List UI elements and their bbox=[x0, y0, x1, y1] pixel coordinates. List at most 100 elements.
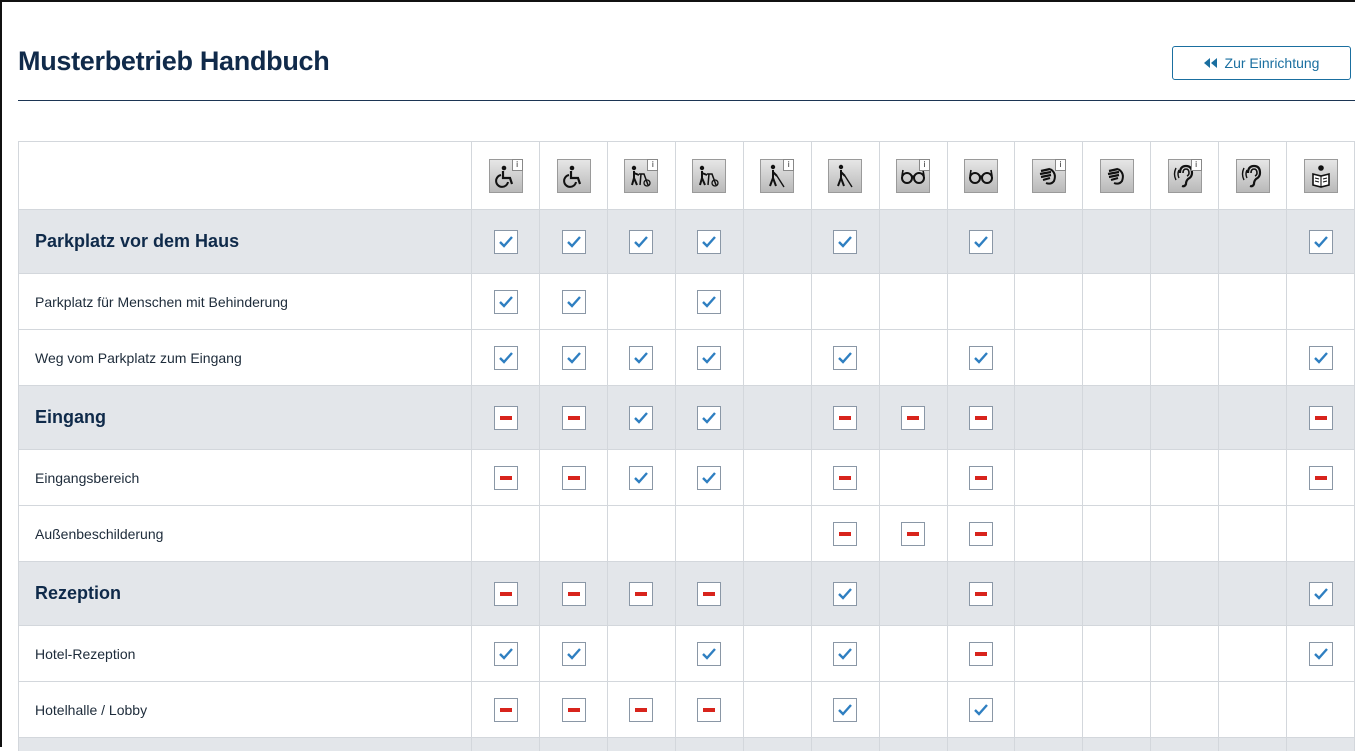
ear-icon[interactable] bbox=[1236, 159, 1270, 193]
matrix-cell bbox=[1083, 274, 1151, 330]
matrix-cell bbox=[811, 386, 879, 450]
matrix-table: iiiiiiParkplatz vor dem HausParkplatz fü… bbox=[18, 141, 1355, 751]
check-icon bbox=[1309, 582, 1333, 606]
matrix-cell bbox=[1219, 738, 1287, 751]
section-row: Rezeption bbox=[19, 562, 1355, 626]
matrix-cell bbox=[947, 506, 1015, 562]
reading-person-icon[interactable] bbox=[1304, 159, 1338, 193]
check-icon bbox=[833, 642, 857, 666]
matrix-cell bbox=[675, 506, 743, 562]
check-icon bbox=[629, 406, 653, 430]
walker-icon[interactable]: i bbox=[624, 159, 658, 193]
matrix-cell bbox=[1015, 626, 1083, 682]
blind-cane-icon[interactable]: i bbox=[760, 159, 794, 193]
matrix-cell bbox=[472, 562, 540, 626]
item-label: Weg vom Parkplatz zum Eingang bbox=[19, 330, 472, 386]
ear-icon[interactable]: i bbox=[1168, 159, 1202, 193]
minus-icon bbox=[901, 522, 925, 546]
item-row: Außenbeschilderung bbox=[19, 506, 1355, 562]
sign-language-icon[interactable] bbox=[1100, 159, 1134, 193]
matrix-cell bbox=[1083, 210, 1151, 274]
matrix-cell bbox=[743, 626, 811, 682]
matrix-cell bbox=[1015, 386, 1083, 450]
matrix-cell bbox=[472, 386, 540, 450]
check-icon bbox=[1309, 230, 1333, 254]
section-label bbox=[19, 738, 472, 751]
matrix-cell bbox=[540, 274, 608, 330]
matrix-cell bbox=[811, 330, 879, 386]
matrix-cell bbox=[1151, 210, 1219, 274]
blind-cane-icon[interactable] bbox=[828, 159, 862, 193]
item-row: Hotel-Rezeption bbox=[19, 626, 1355, 682]
check-icon bbox=[494, 290, 518, 314]
matrix-cell bbox=[811, 626, 879, 682]
matrix-cell bbox=[675, 210, 743, 274]
minus-icon bbox=[901, 406, 925, 430]
check-icon bbox=[494, 346, 518, 370]
column-header-10: i bbox=[1151, 142, 1219, 210]
minus-icon bbox=[494, 582, 518, 606]
matrix-cell bbox=[1083, 386, 1151, 450]
matrix-cell bbox=[743, 450, 811, 506]
check-icon bbox=[697, 642, 721, 666]
matrix-cell bbox=[879, 562, 947, 626]
minus-icon bbox=[562, 466, 586, 490]
matrix-cell bbox=[675, 562, 743, 626]
matrix-cell bbox=[472, 450, 540, 506]
glasses-icon[interactable] bbox=[964, 159, 998, 193]
matrix-cell bbox=[607, 562, 675, 626]
icon-header-row: iiiiii bbox=[19, 142, 1355, 210]
matrix-cell bbox=[607, 738, 675, 751]
matrix-cell bbox=[1287, 386, 1355, 450]
matrix-cell bbox=[607, 274, 675, 330]
matrix-cell bbox=[1219, 210, 1287, 274]
matrix-cell bbox=[540, 506, 608, 562]
matrix-cell bbox=[947, 274, 1015, 330]
matrix-cell bbox=[540, 330, 608, 386]
check-icon bbox=[494, 230, 518, 254]
matrix-cell bbox=[1287, 738, 1355, 751]
matrix-cell bbox=[811, 682, 879, 738]
matrix-cell bbox=[540, 682, 608, 738]
check-icon bbox=[562, 290, 586, 314]
info-icon[interactable]: i bbox=[512, 159, 523, 171]
matrix-cell bbox=[540, 738, 608, 751]
matrix-cell bbox=[607, 626, 675, 682]
wheelchair-icon[interactable] bbox=[557, 159, 591, 193]
matrix-cell bbox=[540, 210, 608, 274]
matrix-cell bbox=[472, 506, 540, 562]
matrix-cell bbox=[1219, 450, 1287, 506]
matrix-cell bbox=[1015, 450, 1083, 506]
walker-icon[interactable] bbox=[692, 159, 726, 193]
matrix-cell bbox=[1083, 562, 1151, 626]
info-icon[interactable]: i bbox=[647, 159, 658, 171]
matrix-cell bbox=[1015, 682, 1083, 738]
back-to-facility-button[interactable]: Zur Einrichtung bbox=[1172, 46, 1351, 80]
minus-icon bbox=[562, 406, 586, 430]
info-icon[interactable]: i bbox=[1191, 159, 1202, 171]
matrix-cell bbox=[947, 450, 1015, 506]
matrix-cell bbox=[540, 626, 608, 682]
info-icon[interactable]: i bbox=[919, 159, 930, 171]
column-header-6: i bbox=[879, 142, 947, 210]
sign-language-icon[interactable]: i bbox=[1032, 159, 1066, 193]
matrix-cell bbox=[1151, 562, 1219, 626]
section-row-partial bbox=[19, 738, 1355, 751]
matrix-cell bbox=[675, 274, 743, 330]
matrix-cell bbox=[1083, 330, 1151, 386]
info-icon[interactable]: i bbox=[1055, 159, 1066, 171]
matrix-cell bbox=[607, 386, 675, 450]
matrix-cell bbox=[675, 738, 743, 751]
minus-icon bbox=[1309, 466, 1333, 490]
matrix-cell bbox=[1219, 330, 1287, 386]
matrix-cell bbox=[1287, 506, 1355, 562]
check-icon bbox=[697, 406, 721, 430]
wheelchair-icon[interactable]: i bbox=[489, 159, 523, 193]
minus-icon bbox=[969, 522, 993, 546]
glasses-icon[interactable]: i bbox=[896, 159, 930, 193]
matrix-cell bbox=[811, 506, 879, 562]
minus-icon bbox=[969, 642, 993, 666]
matrix-cell bbox=[540, 450, 608, 506]
minus-icon bbox=[494, 406, 518, 430]
info-icon[interactable]: i bbox=[783, 159, 794, 171]
